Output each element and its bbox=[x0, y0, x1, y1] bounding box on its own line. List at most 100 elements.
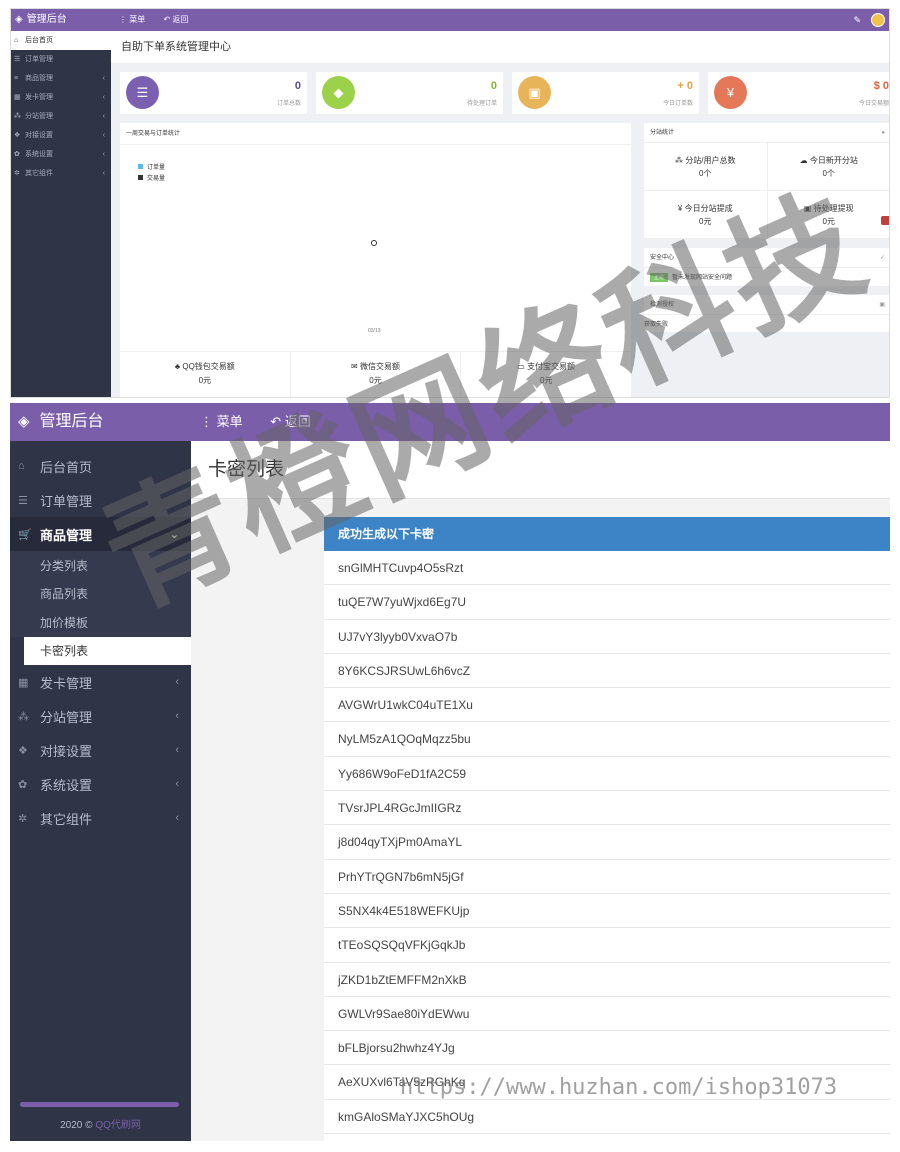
chevron-left-icon: ‹ bbox=[102, 170, 105, 177]
sidebar-item[interactable]: ▦ 发卡管理 ‹ bbox=[11, 88, 111, 107]
payment-value: 0元 bbox=[198, 376, 212, 385]
footer-link[interactable]: QQ代刷网 bbox=[95, 1120, 141, 1131]
cubes-icon: ❖ bbox=[14, 132, 21, 139]
sidebar-item-label: 发卡管理 bbox=[40, 675, 93, 691]
card-key-row[interactable]: j8d04qyTXjPm0AmaYL bbox=[324, 825, 890, 860]
stat-label: 待处理订单 bbox=[466, 101, 497, 107]
site-stat-label: 待处理提现 bbox=[813, 204, 854, 213]
card-panel-title: 成功生成以下卡密 bbox=[324, 517, 890, 551]
sidebar-item[interactable]: ⌂ 后台首页 bbox=[10, 449, 191, 483]
detect-title: 检测授权 bbox=[650, 302, 675, 308]
sidebar-item[interactable]: ▦ 发卡管理 ‹ bbox=[10, 665, 191, 699]
legend-swatch bbox=[138, 175, 143, 180]
sidebar-item[interactable]: ✲ 其它组件 ‹ bbox=[10, 801, 191, 835]
menu-button[interactable]: ⋮ 菜单 bbox=[200, 414, 255, 429]
sidebar-item[interactable]: ≡ 商品管理 ‹ bbox=[11, 69, 111, 88]
card-key-row[interactable]: NyLM5zA1QOqMqzz5bu bbox=[324, 722, 890, 757]
chevron-left-icon: ‹ bbox=[102, 151, 105, 158]
avatar[interactable] bbox=[871, 13, 885, 27]
wrench-icon[interactable]: ✎ bbox=[853, 15, 861, 26]
card-key-row[interactable]: snGlMHTCuvp4O5sRzt bbox=[324, 551, 890, 586]
card-key-row[interactable]: 8Y6KCSJRSUwL6h6vcZ bbox=[324, 654, 890, 689]
card-icon: ▭ bbox=[517, 362, 528, 371]
check-icon: ✓ bbox=[879, 255, 885, 261]
list-icon: ☰ bbox=[126, 76, 159, 109]
card-key-row[interactable]: GWLVr9Sae80iYdEWwu bbox=[324, 997, 890, 1032]
sidebar: ⌂ 后台首页 ☰ 订单管理 🛒 商品管理 ⌄ 分类列表 商品列表 加价模板 卡密列表 ▦ 发卡管理 ‹ ⁂ 分… bbox=[10, 441, 191, 1141]
back-button[interactable]: ↶ 返回 bbox=[270, 414, 323, 429]
site-stat-label: 今日新开分站 bbox=[809, 156, 858, 165]
site-stat-label-row: ⁂ 分站/用户总数 bbox=[644, 154, 767, 167]
card-key-row[interactable]: UJ7vY3lyyb0VxvaO7b bbox=[324, 620, 890, 654]
payment-label: 支付宝交易额 bbox=[527, 362, 576, 371]
briefcase-icon: ▣ bbox=[518, 76, 551, 109]
chevron-left-icon: ‹ bbox=[175, 778, 179, 790]
sidebar-item[interactable]: ⁂ 分站管理 ‹ bbox=[11, 107, 111, 126]
sidebar-item[interactable]: ⌂ 后台首页 bbox=[11, 31, 111, 50]
legend-item[interactable]: 订单量 bbox=[138, 163, 165, 174]
sidebar-item[interactable]: ✿ 系统设置 ‹ bbox=[11, 145, 111, 164]
sidebar-item[interactable]: ✿ 系统设置 ‹ bbox=[10, 767, 191, 801]
submenu-item[interactable]: 加价模板 bbox=[10, 608, 191, 637]
submenu-item[interactable]: 卡密列表 bbox=[24, 636, 191, 665]
site-stat-value: 0个 bbox=[822, 169, 835, 178]
site-stat: ▣ 待处理提现 0元 bbox=[767, 191, 889, 239]
stat-value: + 0 bbox=[677, 80, 693, 92]
site-stats-panel: 分站统计 ● ⁂ 分站/用户总数 0个 ☁ 今日新开分站 0个 ¥ 今日分站提成 0元 ▣ 待… bbox=[644, 123, 889, 239]
cash-icon: ▣ bbox=[803, 204, 814, 213]
sitemap-icon: ⁂ bbox=[18, 710, 29, 723]
floating-badge[interactable] bbox=[881, 216, 889, 225]
brand[interactable]: ◈ 管理后台 bbox=[10, 403, 191, 441]
payment-label-row: ▭ 支付宝交易额 bbox=[461, 360, 631, 374]
card-key-row[interactable]: AVGWrU1wkC04uTE1Xu bbox=[324, 688, 890, 723]
sidebar-item[interactable]: ✲ 其它组件 ‹ bbox=[11, 164, 111, 183]
back-button[interactable]: ↶ 返回 bbox=[163, 15, 196, 24]
sidebar-item[interactable]: 🛒 商品管理 ⌄ bbox=[10, 517, 191, 551]
sidebar-item[interactable]: ❖ 对接设置 ‹ bbox=[10, 733, 191, 767]
sidebar-item[interactable]: ☰ 订单管理 bbox=[10, 483, 191, 517]
submenu-item[interactable]: 分类列表 bbox=[10, 551, 191, 580]
card-key-row[interactable]: TVsrJPL4RGcJmIIGRz bbox=[324, 791, 890, 826]
card-key-row[interactable]: PrhYTrQGN7b6mN5jGf bbox=[324, 860, 890, 894]
stat-label: 订单总数 bbox=[276, 101, 301, 107]
circle-icon[interactable]: ● bbox=[881, 123, 885, 143]
chart-panel: 一周交易与订单统计 订单量 交易量 03/13 ♣ QQ钱包交易额 0元 ✉ 微信交易… bbox=[120, 123, 631, 397]
site-stat: ⁂ 分站/用户总数 0个 bbox=[644, 143, 768, 191]
submenu-item[interactable]: 商品列表 bbox=[10, 579, 191, 608]
stat-card: ☰ 0 订单总数 bbox=[120, 72, 307, 114]
card-key-row[interactable]: kmGAloSMaYJXC5hOUg bbox=[324, 1100, 890, 1135]
site-stat-value: 0个 bbox=[699, 169, 712, 178]
sidebar-item[interactable]: ☰ 订单管理 bbox=[11, 50, 111, 69]
card-key-row[interactable]: jZKD1bZtEMFFM2nXkB bbox=[324, 963, 890, 997]
legend-item[interactable]: 交易量 bbox=[138, 174, 165, 185]
gears-icon: ✲ bbox=[14, 170, 20, 177]
list-icon: ☰ bbox=[18, 494, 28, 507]
chevron-left-icon: ‹ bbox=[102, 75, 105, 82]
payment-value: 0元 bbox=[539, 376, 553, 385]
stat-value: $ 0 bbox=[873, 80, 889, 92]
card-key-row[interactable]: S5NX4k4E518WEFKUjp bbox=[324, 894, 890, 929]
sidebar-item[interactable]: ❖ 对接设置 ‹ bbox=[11, 126, 111, 145]
card-key-row[interactable]: tuQE7W7yuWjxd6Eg7U bbox=[324, 585, 890, 620]
sidebar-item[interactable]: ⁂ 分站管理 ‹ bbox=[10, 699, 191, 733]
status-badge: 正常 bbox=[650, 273, 669, 282]
card-key-row[interactable]: Yy686W9oFeD1fA2C59 bbox=[324, 757, 890, 792]
top-navbar: ◈ 管理后台 ⋮ 菜单 ↶ 返回 bbox=[10, 403, 890, 441]
expand-icon[interactable]: ▣ bbox=[879, 295, 885, 315]
sidebar-item-label: 分站管理 bbox=[40, 709, 93, 725]
sidebar-item-label: 其它组件 bbox=[25, 170, 53, 177]
card-key-row[interactable]: bFLBjorsu2hwhz4YJg bbox=[324, 1031, 890, 1066]
cube-icon: ◈ bbox=[18, 413, 30, 430]
card-key-row[interactable]: tTEoSQSQqVFKjGqkJb bbox=[324, 928, 890, 963]
chevron-left-icon: ‹ bbox=[175, 710, 179, 722]
main-content: 卡密列表 成功生成以下卡密 snGlMHTCuvp4O5sRzt tuQE7W7y… bbox=[191, 441, 890, 1141]
yen-icon: ¥ bbox=[677, 204, 685, 213]
sidebar-item-label: 商品管理 bbox=[25, 75, 53, 82]
cart-icon: 🛒 bbox=[18, 528, 32, 541]
site-stat-value: 0元 bbox=[822, 217, 835, 226]
card-key-row[interactable]: AeXUXvl6TaV5zRGhKq bbox=[324, 1065, 890, 1100]
stat-label: 今日订单数 bbox=[662, 101, 693, 107]
brand[interactable]: ◈ 管理后台 bbox=[11, 9, 111, 31]
security-title: 安全中心 bbox=[650, 255, 675, 261]
menu-button[interactable]: ⋮ 菜单 bbox=[119, 15, 153, 24]
